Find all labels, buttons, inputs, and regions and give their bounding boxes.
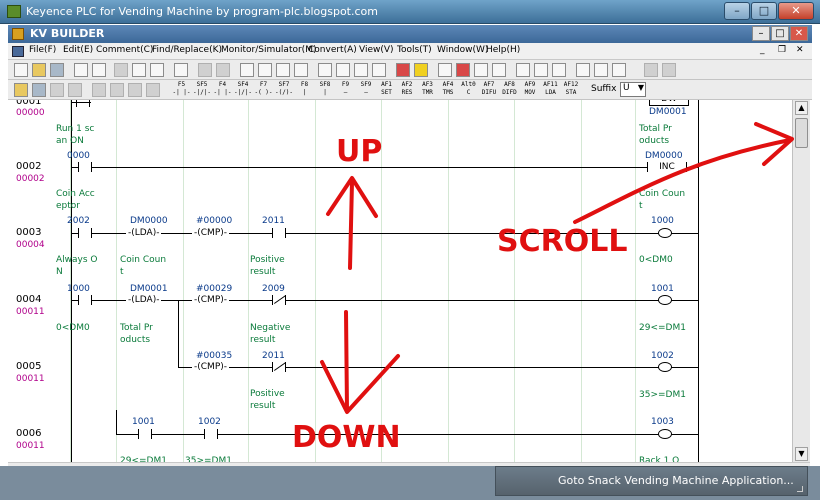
up-arrow-shaft xyxy=(348,180,354,270)
annotation-overlay xyxy=(320,122,794,414)
down-arrowhead-icon xyxy=(320,354,400,414)
annotation-scroll: SCROLL xyxy=(497,224,628,259)
annotation-up: UP xyxy=(336,134,383,169)
annotation-down: DOWN xyxy=(292,420,401,455)
scroll-arrow-line xyxy=(573,138,792,224)
down-arrow-shaft xyxy=(344,310,349,412)
